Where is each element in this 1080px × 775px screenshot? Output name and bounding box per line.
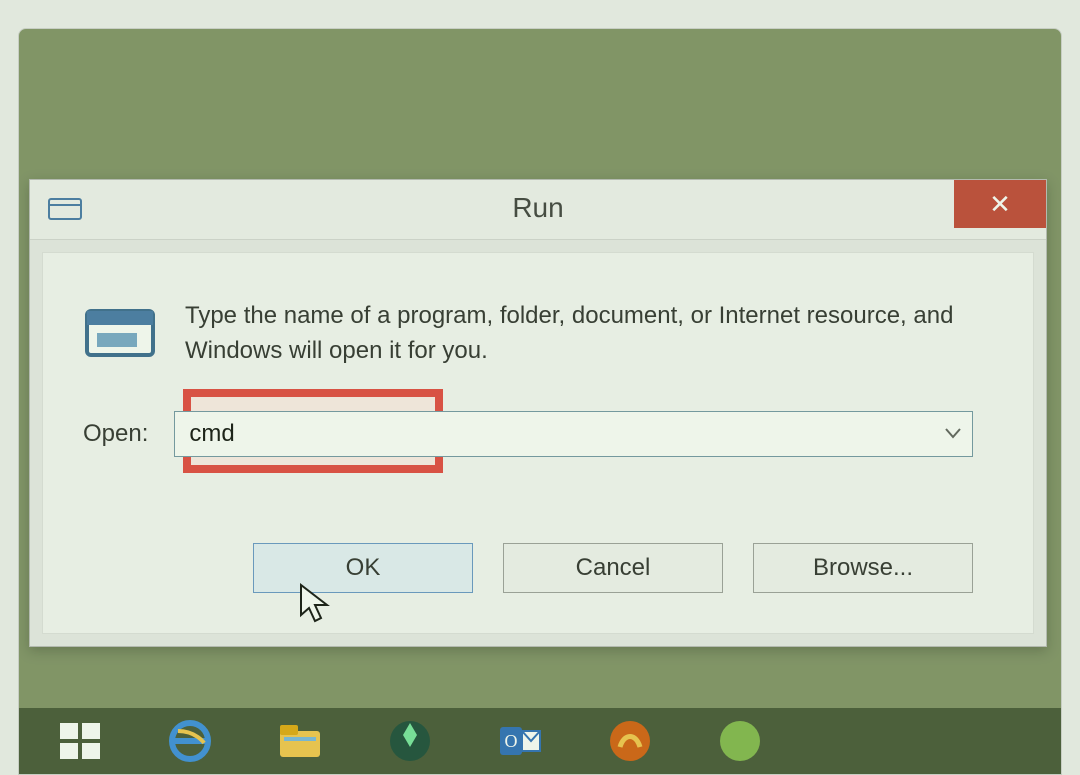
svg-text:O: O	[505, 731, 518, 751]
open-label: Open:	[83, 420, 148, 448]
taskbar-app-3[interactable]	[705, 715, 775, 767]
taskbar-file-explorer[interactable]	[265, 715, 335, 767]
open-input[interactable]	[174, 411, 973, 457]
open-combobox[interactable]	[174, 411, 973, 457]
desktop-area: Run ✕ Type the name of a program, folder…	[18, 28, 1062, 775]
run-body: Type the name of a program, folder, docu…	[42, 252, 1034, 634]
run-dialog: Run ✕ Type the name of a program, folder…	[29, 179, 1047, 647]
taskbar-ie[interactable]	[155, 715, 225, 767]
taskbar: O	[19, 708, 1061, 774]
taskbar-outlook[interactable]: O	[485, 715, 555, 767]
cancel-button[interactable]: Cancel	[503, 543, 723, 593]
close-button[interactable]: ✕	[954, 180, 1046, 228]
run-description: Type the name of a program, folder, docu…	[185, 299, 973, 369]
run-large-icon	[83, 305, 157, 365]
close-icon: ✕	[989, 189, 1011, 220]
taskbar-app-2[interactable]	[595, 715, 665, 767]
browse-button[interactable]: Browse...	[753, 543, 973, 593]
run-title: Run	[30, 192, 1046, 224]
start-button[interactable]	[45, 715, 115, 767]
ok-button[interactable]: OK	[253, 543, 473, 593]
run-titlebar[interactable]: Run ✕	[30, 180, 1046, 240]
taskbar-app-1[interactable]	[375, 715, 445, 767]
